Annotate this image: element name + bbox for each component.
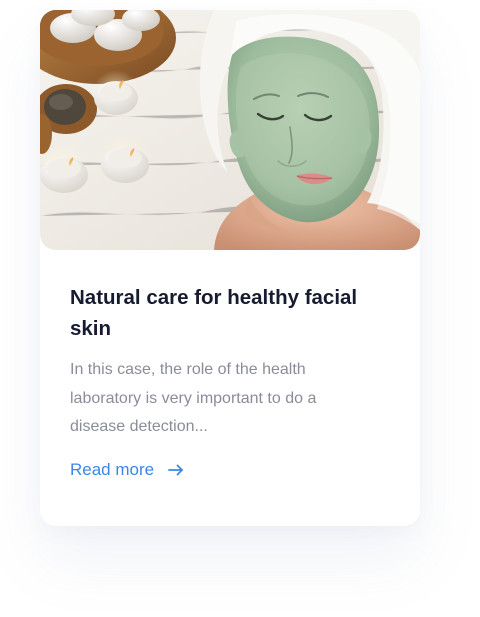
article-title[interactable]: Natural care for healthy facial skin	[70, 282, 360, 344]
read-more-link[interactable]: Read more	[70, 459, 184, 481]
read-more-label: Read more	[70, 460, 155, 479]
arrow-right-icon	[168, 464, 184, 476]
woman-with-mask	[199, 10, 420, 250]
page: Natural care for healthy facial skin In …	[0, 0, 480, 617]
article-excerpt: In this case, the role of the health lab…	[70, 361, 317, 435]
article-image[interactable]	[40, 10, 420, 250]
article-card: Natural care for healthy facial skin In …	[40, 10, 420, 526]
